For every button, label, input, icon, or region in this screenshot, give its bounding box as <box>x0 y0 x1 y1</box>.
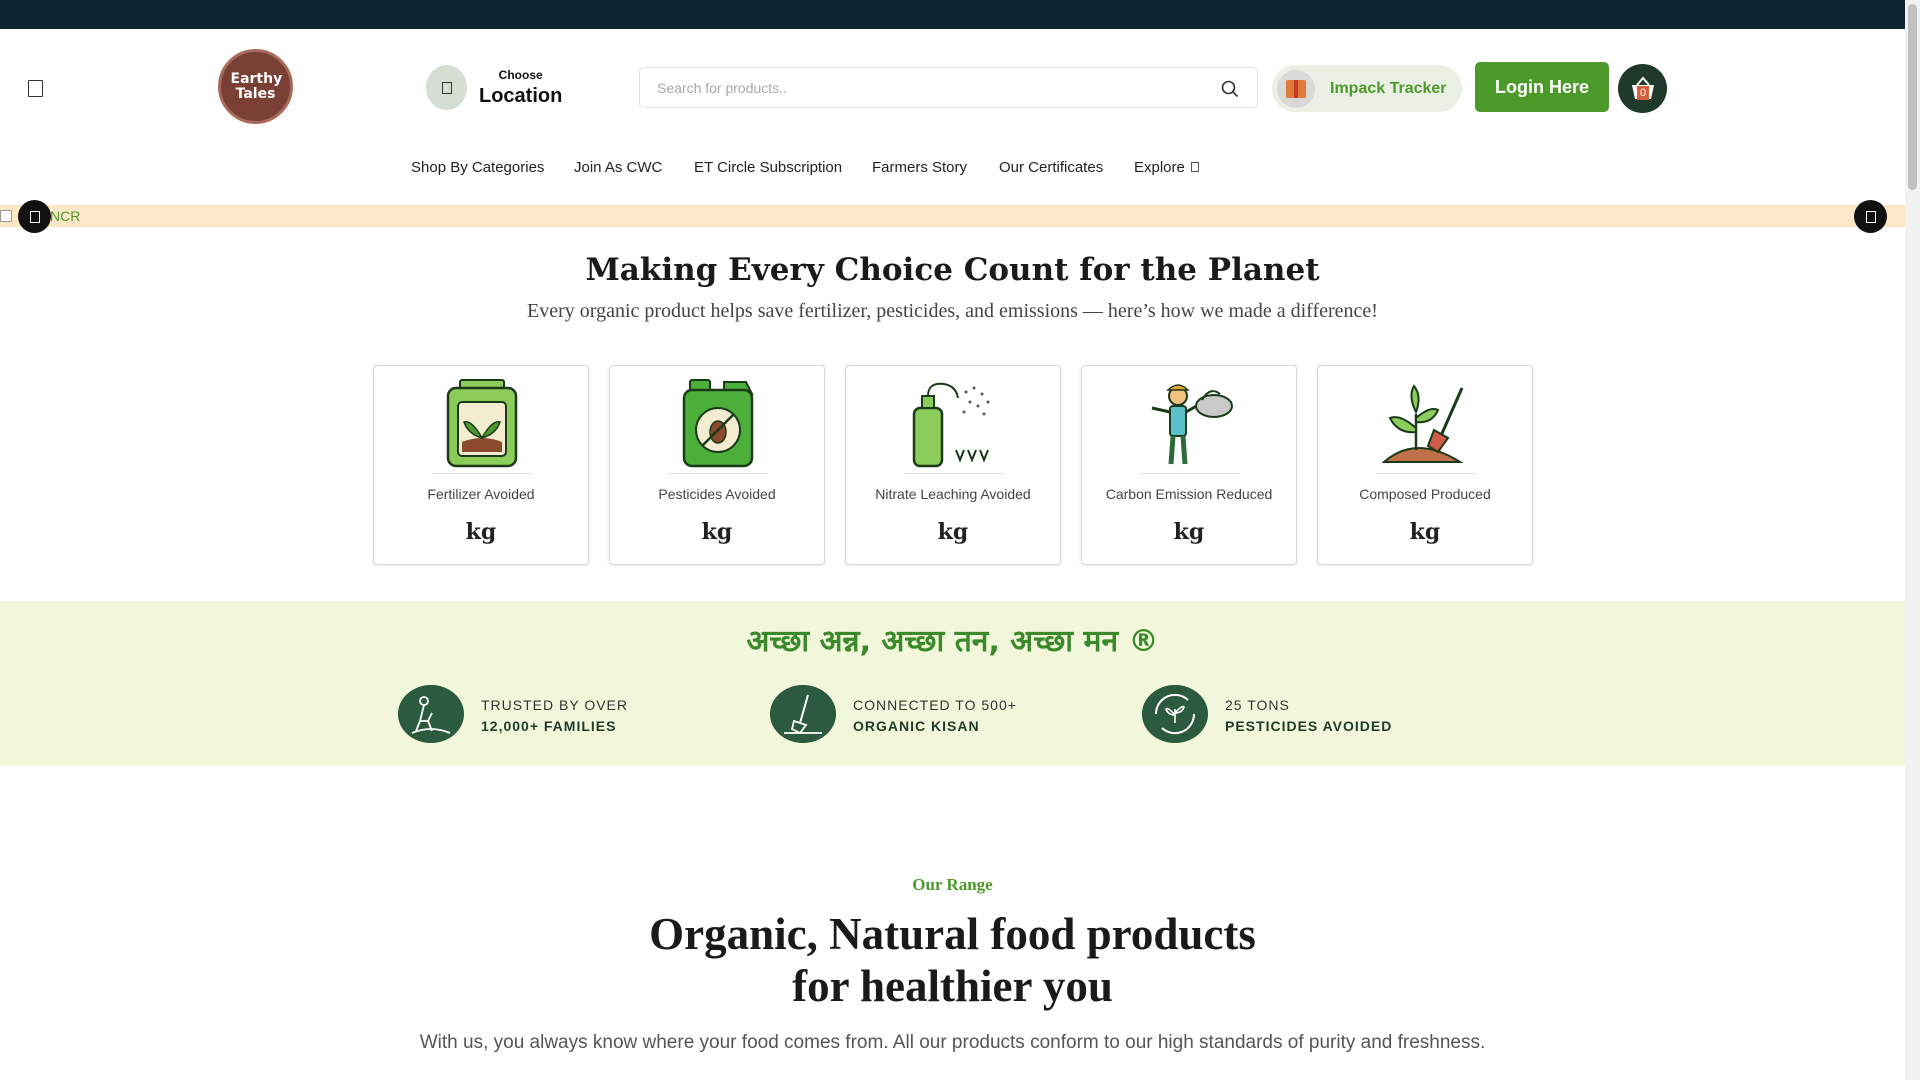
stat-line2: ORGANIC KISAN <box>853 718 980 734</box>
impact-card-pesticides: Pesticides Avoided kg <box>609 365 825 565</box>
range-eyebrow: Our Range <box>912 875 993 894</box>
card-unit: kg <box>701 519 733 545</box>
location-label: Location <box>479 84 563 107</box>
cart-button[interactable]: 0 <box>1618 64 1667 113</box>
nav-explore[interactable]: Explore <box>1134 159 1199 176</box>
impact-card-compost: Composed Produced kg <box>1317 365 1533 565</box>
stat-line1: CONNECTED TO 500+ <box>853 697 1017 713</box>
page-scrollbar[interactable] <box>1905 0 1920 1080</box>
card-label: Fertilizer Avoided <box>427 486 535 502</box>
top-announcement-bar <box>0 0 1905 29</box>
stat-line1: 25 TONS <box>1225 697 1290 713</box>
range-title-line2: for healthier you <box>792 961 1113 1011</box>
impact-tracker-button[interactable]: Impack Tracker <box>1272 65 1462 112</box>
card-divider <box>904 473 1004 474</box>
banner-alt-text: NCR <box>50 208 81 224</box>
gift-icon <box>1277 69 1315 108</box>
plant-shovel-icon <box>1381 384 1464 463</box>
brand-logo[interactable]: Earthy Tales <box>218 49 293 124</box>
arrow-right-icon <box>1865 210 1876 223</box>
card-label: Carbon Emission Reduced <box>1105 486 1273 502</box>
banner-next-button[interactable] <box>1854 200 1887 233</box>
card-unit: kg <box>465 519 497 545</box>
search-input[interactable]: Search for products.. <box>657 80 787 96</box>
stat-line2: 12,000+ FAMILIES <box>481 718 617 734</box>
main-navigation: Shop By Categories Join As CWC ET Circle… <box>0 152 1905 182</box>
nav-et-circle-subscription[interactable]: ET Circle Subscription <box>694 159 842 176</box>
menu-icon[interactable] <box>28 80 43 97</box>
impact-cards: Fertilizer Avoided kg Pesticides Avoided… <box>373 365 1533 565</box>
nav-farmers-story[interactable]: Farmers Story <box>872 159 967 176</box>
location-small-label: Choose <box>498 67 543 82</box>
broken-image-icon <box>0 210 12 222</box>
fertilizer-can-icon <box>446 379 518 468</box>
impact-title: Making Every Choice Count for the Planet <box>585 252 1320 288</box>
nav-shop-by-categories[interactable]: Shop By Categories <box>411 159 544 176</box>
brand-slogan: अच्छा अन्न, अच्छा तन, अच्छा मन ® <box>746 624 1159 659</box>
impact-card-nitrate: Nitrate Leaching Avoided kg <box>845 365 1061 565</box>
trust-band: अच्छा अन्न, अच्छा तन, अच्छा मन ® TRUSTED… <box>0 601 1905 766</box>
stat-line1: TRUSTED BY OVER <box>481 697 628 713</box>
card-divider <box>668 473 768 474</box>
card-label: Pesticides Avoided <box>658 486 776 502</box>
card-divider <box>432 473 532 474</box>
logo-text: Earthy Tales <box>230 70 283 102</box>
impact-card-carbon: Carbon Emission Reduced kg <box>1081 365 1297 565</box>
stat-line2: PESTICIDES AVOIDED <box>1225 718 1393 734</box>
pesticide-can-icon <box>682 379 754 468</box>
site-header: Earthy Tales Choose Location Search for … <box>0 29 1905 146</box>
nav-our-certificates[interactable]: Our Certificates <box>999 159 1103 176</box>
location-selector[interactable]: Choose Location <box>426 65 562 110</box>
login-button[interactable]: Login Here <box>1475 62 1609 112</box>
arrow-left-icon <box>29 210 40 223</box>
impact-subtitle: Every organic product helps save fertili… <box>527 300 1378 322</box>
hero-banner[interactable]: NCR <box>0 205 1905 227</box>
search-icon[interactable] <box>1221 80 1239 98</box>
scrollbar-thumb[interactable] <box>1908 4 1917 190</box>
family-icon <box>398 685 464 743</box>
nav-explore-label: Explore <box>1134 159 1185 176</box>
recycle-leaf-icon <box>1142 685 1208 743</box>
card-unit: kg <box>937 519 969 545</box>
range-description: With us, you always know where your food… <box>419 1032 1486 1053</box>
card-label: Nitrate Leaching Avoided <box>875 486 1031 502</box>
card-label: Composed Produced <box>1359 486 1491 502</box>
location-pin-icon <box>426 65 467 110</box>
card-divider <box>1376 473 1476 474</box>
impact-card-fertilizer: Fertilizer Avoided kg <box>373 365 589 565</box>
range-title: Organic, Natural food products for healt… <box>0 908 1905 1012</box>
nav-join-as-cwc[interactable]: Join As CWC <box>574 159 662 176</box>
shovel-icon <box>770 685 836 743</box>
location-text: Choose Location <box>479 68 562 108</box>
card-unit: kg <box>1173 519 1205 545</box>
search-bar[interactable]: Search for products.. <box>639 67 1258 108</box>
impact-tracker-label: Impack Tracker <box>1330 79 1447 97</box>
farmer-cloud-icon <box>1151 384 1233 465</box>
cart-count-badge: 0 <box>1637 86 1649 100</box>
banner-prev-button[interactable] <box>18 200 51 233</box>
card-divider <box>1140 473 1240 474</box>
card-unit: kg <box>1409 519 1441 545</box>
spray-bottle-icon <box>912 382 990 468</box>
range-title-line1: Organic, Natural food products <box>649 909 1256 959</box>
chevron-down-icon <box>1190 162 1199 172</box>
